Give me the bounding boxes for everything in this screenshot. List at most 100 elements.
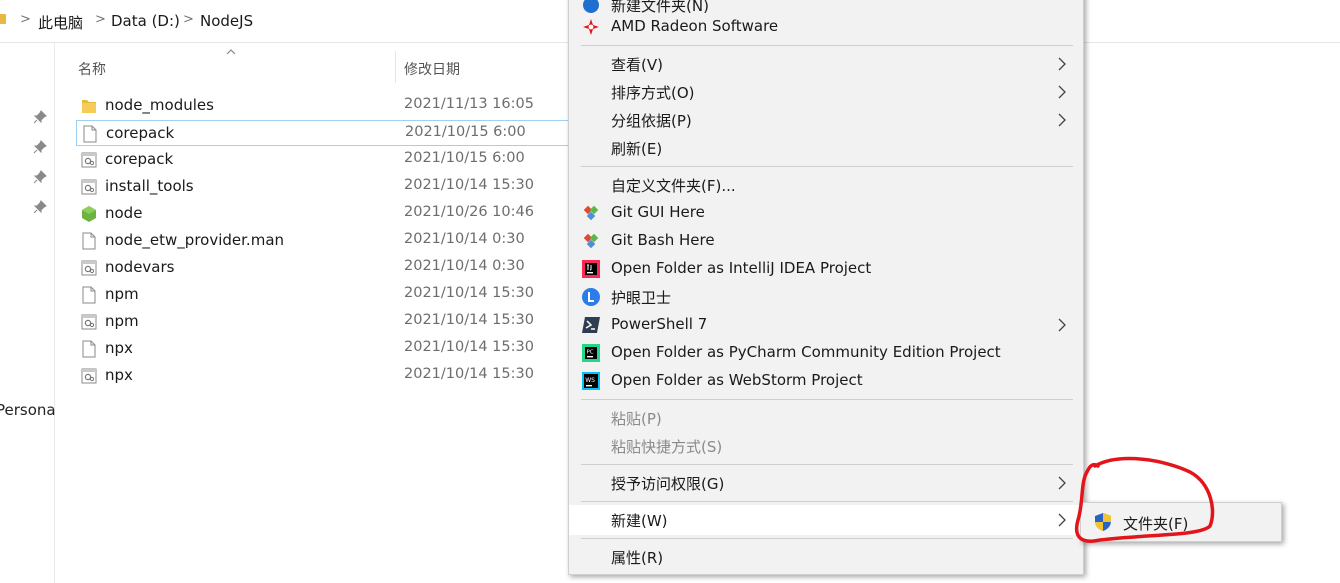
uac-shield-icon [1095, 513, 1111, 531]
file-name: npx [105, 366, 133, 384]
file-row[interactable]: node 2021/10/26 10:46 [76, 201, 576, 227]
file-row[interactable]: node_etw_provider.man 2021/10/14 0:30 [76, 228, 576, 254]
file-name: npx [105, 339, 133, 357]
column-header-name[interactable]: 名称 [78, 59, 106, 79]
file-name: nodevars [105, 258, 175, 276]
file-date: 2021/11/13 16:05 [404, 96, 534, 112]
breadcrumb-data-drive[interactable]: Data (D:) [111, 12, 180, 30]
file-name: node_modules [105, 96, 214, 114]
menu-item-properties[interactable]: 属性(R) [569, 543, 1085, 571]
file-name: npm [105, 312, 139, 330]
cmd-script-icon [81, 260, 97, 276]
git-icon [583, 233, 599, 249]
file-date: 2021/10/14 15:30 [404, 177, 534, 193]
folder-icon [82, 100, 96, 113]
column-header-date-modified[interactable]: 修改日期 [404, 59, 460, 79]
file-date: 2021/10/14 15:30 [404, 285, 534, 301]
nav-item-personal[interactable]: Persona [0, 401, 56, 419]
menu-item-eye-guard[interactable]: 护眼卫士 [569, 283, 1085, 311]
breadcrumb-nodejs[interactable]: NodeJS [200, 12, 253, 30]
file-date: 2021/10/14 0:30 [404, 231, 525, 247]
pin-icon[interactable] [33, 110, 47, 124]
chevron-right-icon[interactable]: > [95, 12, 106, 27]
file-icon [83, 125, 97, 143]
eye-guard-icon [582, 288, 600, 306]
menu-item-group-by[interactable]: 分组依据(P) [569, 106, 1085, 134]
file-date: 2021/10/14 15:30 [404, 312, 534, 328]
file-date: 2021/10/14 0:30 [404, 258, 525, 274]
node-icon [82, 206, 96, 222]
menu-item-open-intellij[interactable]: Open Folder as IntelliJ IDEA Project [569, 255, 1085, 283]
chevron-right-icon [1058, 113, 1066, 127]
pycharm-icon: PC [582, 344, 600, 362]
file-row[interactable]: node_modules 2021/11/13 16:05 [76, 93, 576, 119]
powershell-icon [582, 317, 600, 333]
webstorm-icon: WS [582, 372, 600, 390]
file-date: 2021/10/14 15:30 [404, 339, 534, 355]
chevron-right-icon[interactable]: > [20, 12, 31, 27]
file-row[interactable]: corepack 2021/10/15 6:00 [76, 120, 576, 146]
file-name: install_tools [105, 177, 194, 195]
column-header-row: 名称 修改日期 [54, 45, 574, 87]
file-date: 2021/10/15 6:00 [404, 150, 525, 166]
menu-item-amd-radeon[interactable]: AMD Radeon Software [569, 13, 1085, 41]
intellij-icon [582, 260, 600, 278]
folder-icon [0, 14, 6, 24]
file-name: npm [105, 285, 139, 303]
file-name: corepack [106, 124, 175, 142]
file-date: 2021/10/26 10:46 [404, 204, 534, 220]
file-row[interactable]: install_tools 2021/10/14 15:30 [76, 174, 576, 200]
menu-item-open-pycharm[interactable]: PC Open Folder as PyCharm Community Edit… [569, 339, 1085, 367]
menu-item-powershell[interactable]: PowerShell 7 [569, 311, 1085, 339]
menu-item-new[interactable]: 新建(W) [569, 505, 1085, 535]
menu-item-sort-by[interactable]: 排序方式(O) [569, 78, 1085, 106]
chevron-right-icon [1058, 57, 1066, 71]
menu-separator [581, 538, 1073, 539]
chevron-right-icon [1058, 476, 1066, 490]
cmd-script-icon [81, 368, 97, 384]
file-row[interactable]: npm 2021/10/14 15:30 [76, 282, 576, 308]
chevron-right-icon [1058, 85, 1066, 99]
file-row[interactable]: npx 2021/10/14 15:30 [76, 363, 576, 389]
file-name: corepack [105, 150, 174, 168]
menu-separator [581, 166, 1073, 167]
menu-item-view[interactable]: 查看(V) [569, 50, 1085, 78]
menu-item-git-bash[interactable]: Git Bash Here [569, 227, 1085, 255]
menu-item-customize-folder[interactable]: 自定义文件夹(F)... [569, 171, 1085, 199]
file-row[interactable]: nodevars 2021/10/14 0:30 [76, 255, 576, 281]
submenu-item-folder[interactable]: 文件夹(F) [1085, 507, 1277, 537]
file-icon [82, 340, 96, 358]
pin-icon[interactable] [33, 140, 47, 154]
menu-separator [581, 464, 1073, 465]
menu-item-refresh[interactable]: 刷新(E) [569, 134, 1085, 162]
chevron-right-icon [1058, 318, 1066, 332]
menu-separator [581, 399, 1073, 400]
menu-item-paste-shortcut[interactable]: 粘贴快捷方式(S) [569, 432, 1085, 460]
pin-icon[interactable] [33, 200, 47, 214]
file-name: node_etw_provider.man [105, 231, 285, 249]
menu-item-paste[interactable]: 粘贴(P) [569, 404, 1085, 432]
cmd-script-icon [81, 179, 97, 195]
file-row[interactable]: npm 2021/10/14 15:30 [76, 309, 576, 335]
column-divider[interactable] [395, 51, 396, 83]
svg-text:PC: PC [587, 350, 594, 356]
file-icon [82, 286, 96, 304]
breadcrumb-this-pc[interactable]: 此电脑 [38, 12, 83, 33]
new-submenu: 文件夹(F) [1080, 502, 1282, 542]
menu-item-give-access[interactable]: 授予访问权限(G) [569, 469, 1085, 497]
file-date: 2021/10/15 6:00 [405, 124, 526, 140]
chevron-right-icon[interactable]: > [183, 12, 194, 27]
menu-item-git-gui[interactable]: Git GUI Here [569, 199, 1085, 227]
menu-separator [581, 501, 1073, 502]
chevron-right-icon [1058, 513, 1066, 527]
menu-item-open-webstorm[interactable]: WS Open Folder as WebStorm Project [569, 367, 1085, 395]
file-date: 2021/10/14 15:30 [404, 366, 534, 382]
cmd-script-icon [81, 314, 97, 330]
cmd-script-icon [81, 152, 97, 168]
sort-ascending-icon [226, 49, 236, 55]
file-row[interactable]: corepack 2021/10/15 6:00 [76, 147, 576, 173]
context-menu: 新建文件夹(N) AMD Radeon Software 查看(V) 排序方式(… [568, 0, 1085, 575]
file-row[interactable]: npx 2021/10/14 15:30 [76, 336, 576, 362]
file-icon [82, 232, 96, 250]
pin-icon[interactable] [33, 170, 47, 184]
